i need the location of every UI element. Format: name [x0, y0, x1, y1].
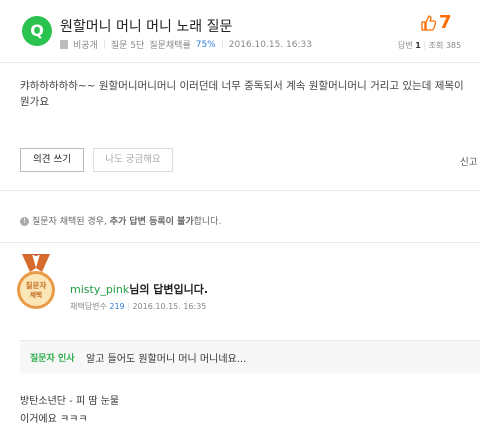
info-icon: !: [20, 217, 29, 226]
question-date: 2016.10.15. 16:33: [228, 39, 312, 50]
asker-greeting-text: 알고 들어도 원할머니 머니 머니네요...: [86, 354, 247, 365]
question-body: 캬하하하하하~~ 원할머니머니머니 이러던데 너무 중독되서 계속 원할머니머니…: [20, 80, 464, 108]
answerer-heading: misty_pink님의 답변입니다.: [70, 281, 208, 297]
answers-label: 답변: [398, 41, 413, 50]
rate-label: 질문채택률: [149, 41, 191, 51]
divider: [0, 242, 480, 243]
answer-meta-label: 채택답변수: [70, 302, 107, 311]
notice-bold: 추가 답변 등록이 불가: [109, 217, 194, 227]
asker-greeting-label: 질문자 인사: [30, 354, 75, 364]
medal-line1: 질문자: [26, 280, 47, 290]
notice-suffix: 합니다.: [193, 217, 222, 227]
like-button[interactable]: 7: [420, 12, 452, 33]
answer-line-1: 방탄소년단 - 피 땀 눈물: [20, 396, 120, 407]
comment-button[interactable]: 의견 쓰기: [20, 148, 84, 172]
question-icon: Q: [22, 16, 52, 46]
like-count: 7: [439, 12, 452, 33]
views-label: 조회: [428, 41, 444, 50]
meta-divider: |: [102, 39, 106, 50]
curious-button[interactable]: 나도 궁금해요: [93, 148, 173, 172]
answer-date: 2016.10.15. 16:35: [132, 302, 207, 311]
answer-meta: 채택답변수 219 | 2016.10.15. 16:35: [70, 302, 207, 311]
answer-meta-count: 219: [109, 302, 125, 311]
lock-icon: [60, 40, 68, 49]
question-title: 원할머니 머니 머니 노래 질문: [60, 19, 233, 35]
question-stats: 답변 1 | 조회 385: [398, 41, 462, 50]
views-count: 385: [445, 41, 462, 50]
medal-icon: 질문자 채택: [17, 254, 55, 309]
question-meta: 비공개 | 질문 5단 질문채택률 75% | 2016.10.15. 16:3…: [60, 38, 312, 51]
answerer-suffix: 님의 답변입니다.: [129, 283, 209, 296]
answer-line-2: 이거에요 ㅋㅋㅋ: [20, 414, 88, 425]
medal-line2: 채택: [30, 290, 42, 299]
meta-divider: |: [220, 39, 224, 50]
answers-count: 1: [415, 41, 421, 50]
question-level: 질문 5단: [110, 41, 145, 51]
notice-prefix: 질문자 채택된 경우,: [32, 217, 110, 227]
answerer-nickname[interactable]: misty_pink: [70, 283, 129, 296]
author-name: 비공개: [73, 41, 98, 51]
asker-greeting-box: 질문자 인사 알고 들어도 원할머니 머니 머니네요...: [20, 340, 480, 373]
rate-value: 75%: [195, 39, 216, 50]
thumbs-up-icon: [421, 15, 436, 31]
report-link[interactable]: 신고: [460, 154, 477, 168]
notice: ! 질문자 채택된 경우, 추가 답변 등록이 불가합니다.: [20, 214, 221, 227]
divider: [0, 62, 480, 63]
divider: [0, 190, 480, 191]
